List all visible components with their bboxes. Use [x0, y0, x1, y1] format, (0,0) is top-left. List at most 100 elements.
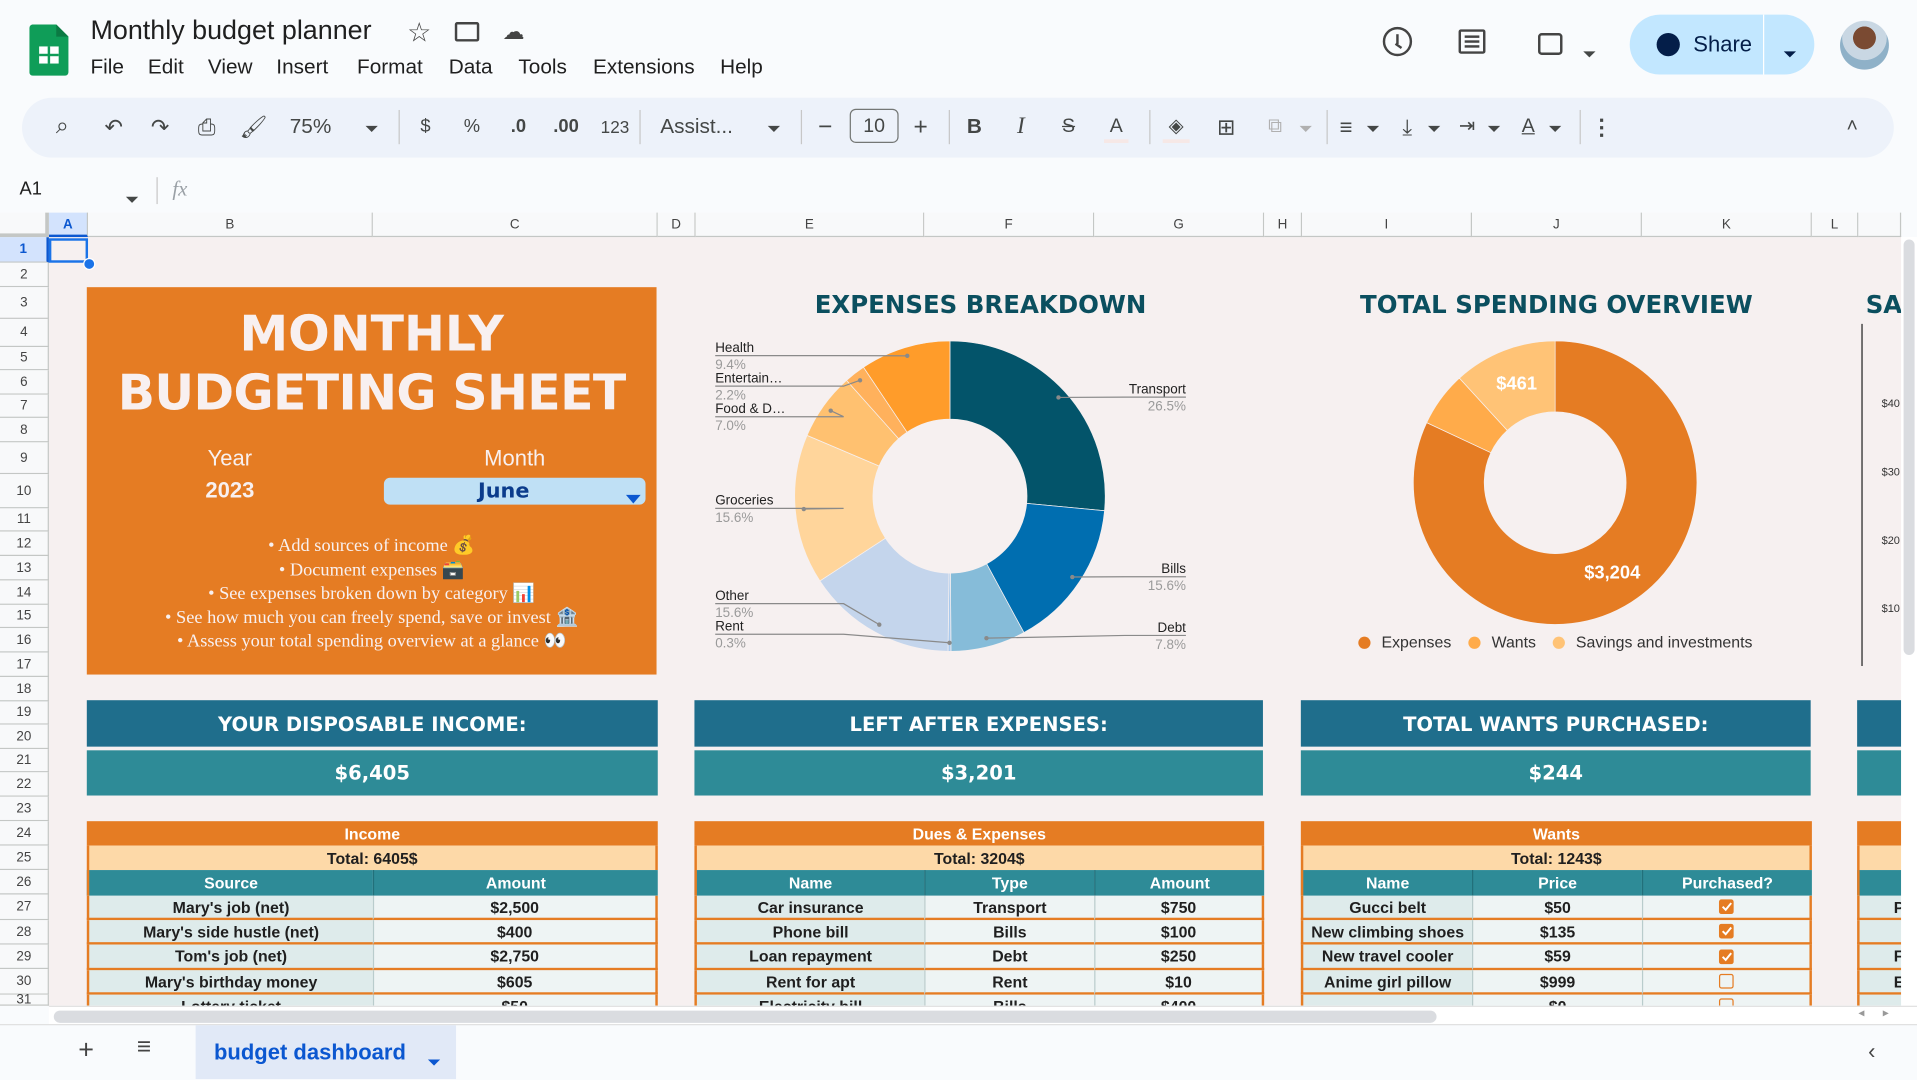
table-cell[interactable]: Em	[1857, 970, 1901, 994]
table-cell[interactable]: $400	[373, 920, 658, 944]
scroll-left-icon[interactable]: ◂	[1858, 1007, 1864, 1020]
selected-cell-a1[interactable]	[49, 238, 88, 262]
row-header-14[interactable]: 14	[0, 580, 49, 604]
table-cell[interactable]: Bills	[924, 920, 1094, 944]
table-cell[interactable]: $250	[1094, 945, 1264, 971]
row-header-16[interactable]: 16	[0, 628, 49, 652]
table-cell[interactable]: $2,500	[373, 896, 658, 920]
table-cell[interactable]: Mary's birthday money	[87, 970, 373, 994]
select-all-corner[interactable]	[0, 213, 49, 237]
table-cell[interactable]: $10	[1094, 970, 1264, 994]
column-header-I[interactable]: I	[1302, 213, 1472, 237]
table-cell[interactable]	[1857, 920, 1901, 944]
vertical-scrollbar[interactable]	[1901, 237, 1917, 1006]
table-cell[interactable]: Phone bill	[694, 920, 924, 944]
table-cell[interactable]: $50	[373, 995, 658, 1006]
column-header-G[interactable]: G	[1094, 213, 1264, 237]
table-cell[interactable]: $59	[1472, 945, 1642, 971]
row-header-28[interactable]: 28	[0, 920, 49, 944]
table-cell[interactable]: Gucci belt	[1301, 896, 1472, 920]
row-header-9[interactable]: 9	[0, 442, 49, 474]
column-header-K[interactable]: K	[1642, 213, 1812, 237]
slice-transport[interactable]	[950, 341, 1105, 511]
table-cell[interactable]: Car insurance	[694, 896, 924, 920]
row-header-30[interactable]: 30	[0, 969, 49, 995]
add-sheet-icon[interactable]: +	[78, 1034, 94, 1066]
legend-item[interactable]: Wants	[1468, 635, 1536, 652]
column-header-H[interactable]: H	[1264, 213, 1302, 237]
checkbox-unchecked[interactable]	[1719, 998, 1734, 1005]
row-header-11[interactable]: 11	[0, 508, 49, 531]
table-cell[interactable]: Transport	[924, 896, 1094, 920]
row-header-23[interactable]: 23	[0, 797, 49, 821]
table-cell[interactable]: Mary's side hustle (net)	[87, 920, 373, 944]
row-header-22[interactable]: 22	[0, 772, 49, 796]
table-cell[interactable]: Debt	[924, 945, 1094, 971]
table-cell[interactable]: $2,750	[373, 945, 658, 971]
row-header-6[interactable]: 6	[0, 370, 49, 394]
row-header-19[interactable]: 19	[0, 701, 49, 724]
legend-item[interactable]: Expenses	[1358, 635, 1451, 652]
table-cell[interactable]: $100	[1094, 920, 1264, 944]
row-header-12[interactable]: 12	[0, 532, 49, 556]
row-header-31[interactable]: 31	[0, 995, 49, 1006]
row-header-21[interactable]: 21	[0, 749, 49, 772]
table-cell[interactable]: Anime girl pillow	[1301, 970, 1472, 994]
table-cell[interactable]	[1857, 995, 1901, 1006]
row-header-10[interactable]: 10	[0, 474, 49, 508]
vertical-scroll-thumb[interactable]	[1904, 240, 1915, 655]
table-cell[interactable]: $135	[1472, 920, 1642, 944]
sheet-grid[interactable]: MONTHLY BUDGETING SHEET Year 2023 Month …	[0, 0, 1901, 1006]
column-header-F[interactable]: F	[924, 213, 1094, 237]
column-header-L[interactable]: L	[1812, 213, 1858, 237]
table-cell[interactable]: Electricity bill	[694, 995, 924, 1006]
table-cell[interactable]: Bills	[924, 995, 1094, 1006]
table-cell[interactable]: $605	[373, 970, 658, 994]
collapse-side-panel-icon[interactable]: ‹	[1868, 1039, 1875, 1065]
column-header-D[interactable]: D	[658, 213, 696, 237]
column-header-E[interactable]: E	[696, 213, 925, 237]
row-header-29[interactable]: 29	[0, 945, 49, 969]
row-header-26[interactable]: 26	[0, 870, 49, 894]
row-header-5[interactable]: 5	[0, 347, 49, 370]
table-cell[interactable]: Lottery ticket	[87, 995, 373, 1006]
column-header-J[interactable]: J	[1472, 213, 1642, 237]
checkbox-checked[interactable]	[1719, 924, 1734, 939]
row-header-8[interactable]: 8	[0, 418, 49, 442]
table-cell[interactable]: Loan repayment	[694, 945, 924, 971]
sheet-tab-budget-dashboard[interactable]: budget dashboard	[196, 1025, 456, 1079]
sheet-tab-dropdown-icon[interactable]	[428, 1050, 440, 1072]
row-header-27[interactable]: 27	[0, 895, 49, 921]
table-cell[interactable]: New climbing shoes	[1301, 920, 1472, 944]
table-cell[interactable]: F	[1857, 945, 1901, 971]
table-cell[interactable]: $50	[1472, 896, 1642, 920]
row-header-2[interactable]: 2	[0, 263, 49, 287]
row-header-18[interactable]: 18	[0, 677, 49, 701]
checkbox-checked[interactable]	[1719, 949, 1734, 964]
table-cell[interactable]: P	[1857, 896, 1901, 920]
checkbox-checked[interactable]	[1719, 899, 1734, 914]
legend-item[interactable]: Savings and investments	[1553, 635, 1753, 652]
table-cell[interactable]	[1301, 995, 1472, 1006]
table-cell[interactable]: New travel cooler	[1301, 945, 1472, 971]
column-header-A[interactable]: A	[49, 213, 88, 237]
table-cell[interactable]: $750	[1094, 896, 1264, 920]
table-cell[interactable]: $0	[1472, 995, 1642, 1006]
table-cell[interactable]: Rent for apt	[694, 970, 924, 994]
table-cell[interactable]: Tom's job (net)	[87, 945, 373, 971]
row-header-20[interactable]: 20	[0, 725, 49, 749]
scroll-right-icon[interactable]: ▸	[1883, 1007, 1889, 1020]
row-header-24[interactable]: 24	[0, 821, 49, 845]
table-cell[interactable]: Rent	[924, 970, 1094, 994]
all-sheets-icon[interactable]: ≡	[137, 1034, 151, 1062]
row-header-15[interactable]: 15	[0, 605, 49, 628]
row-header-1[interactable]: 1	[0, 237, 49, 263]
column-header-C[interactable]: C	[373, 213, 658, 237]
horizontal-scroll-thumb[interactable]	[54, 1011, 1437, 1023]
row-header-25[interactable]: 25	[0, 846, 49, 870]
row-header-4[interactable]: 4	[0, 319, 49, 347]
checkbox-unchecked[interactable]	[1719, 974, 1734, 989]
table-cell[interactable]: $999	[1472, 970, 1642, 994]
row-header-13[interactable]: 13	[0, 556, 49, 580]
row-header-17[interactable]: 17	[0, 653, 49, 677]
